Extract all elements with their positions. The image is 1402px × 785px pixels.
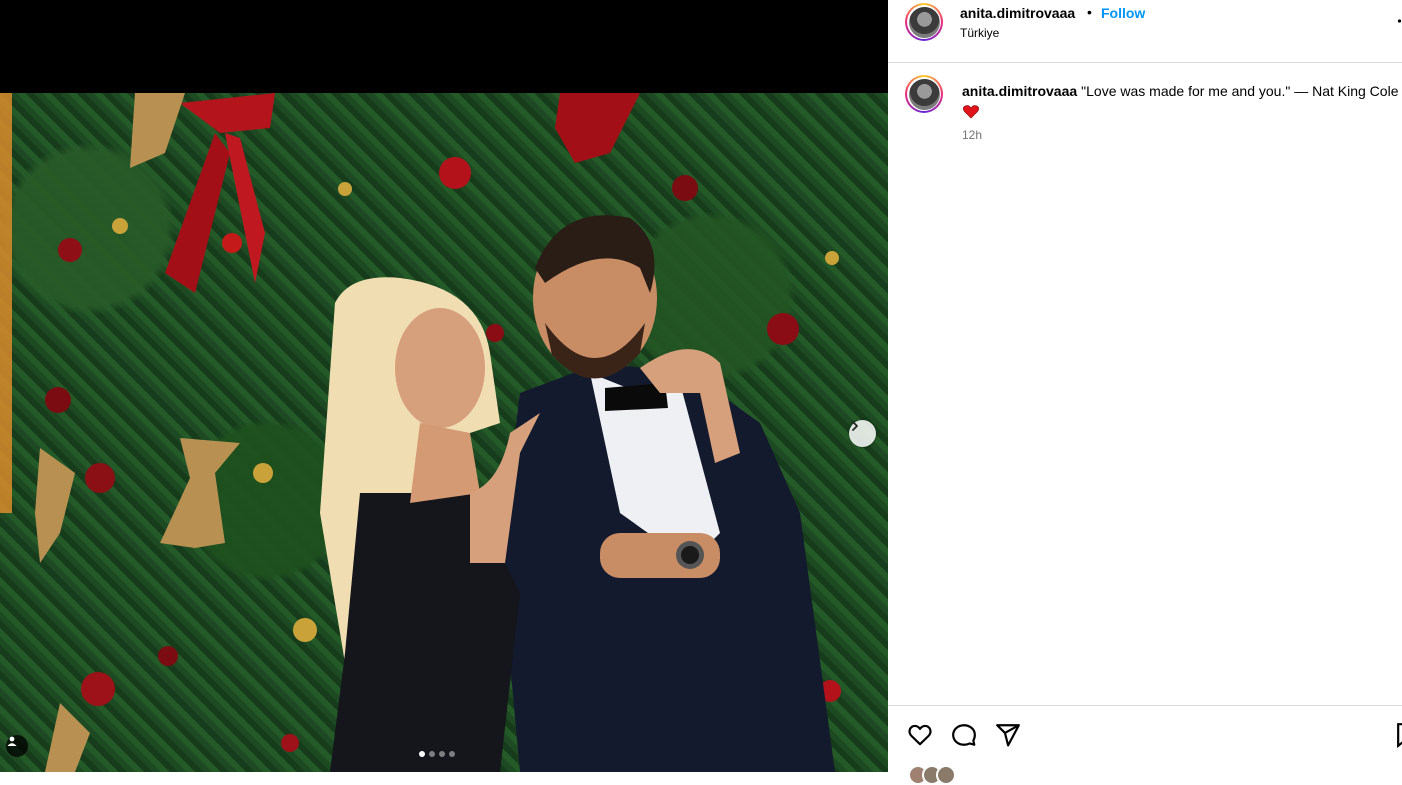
gallery-dot — [429, 751, 435, 757]
heart-icon — [908, 724, 932, 746]
caption-body: "Love was made for me and you." — Nat Ki… — [1081, 83, 1399, 99]
post-header: anita.dimitrovaaa • Follow Türkiye — [888, 0, 1402, 63]
man-figure — [500, 215, 835, 772]
gallery-dot-active — [419, 751, 425, 757]
more-options-icon[interactable] — [1397, 11, 1402, 31]
caption-text: anita.dimitrovaaa "Love was made for me a… — [962, 81, 1402, 123]
like-button[interactable] — [907, 722, 933, 748]
bookmark-icon — [1397, 723, 1402, 748]
gallery-next-button[interactable] — [849, 420, 876, 447]
tagged-users-button[interactable] — [6, 735, 28, 757]
chevron-right-icon — [852, 421, 858, 431]
comment-icon — [952, 724, 976, 746]
gallery-dot — [439, 751, 445, 757]
follow-button[interactable]: Follow — [1101, 5, 1145, 21]
photo-illustration — [0, 93, 841, 772]
action-bar — [888, 705, 1402, 773]
gallery-dot — [449, 751, 455, 757]
author-username[interactable]: anita.dimitrovaaa — [960, 5, 1075, 21]
caption-username[interactable]: anita.dimitrovaaa — [962, 83, 1077, 99]
user-tag-icon — [7, 736, 17, 746]
post-timestamp[interactable]: 12h — [962, 128, 982, 142]
save-button[interactable] — [1396, 722, 1402, 748]
post-side-panel: anita.dimitrovaaa • Follow Türkiye anita… — [888, 0, 1402, 785]
share-button[interactable] — [995, 722, 1021, 748]
gallery-dots — [419, 751, 455, 757]
liker-avatar — [936, 765, 956, 785]
post-photo[interactable] — [0, 93, 888, 772]
send-icon — [996, 724, 1020, 747]
separator-dot: • — [1087, 4, 1092, 20]
comment-button[interactable] — [951, 722, 977, 748]
post-location[interactable]: Türkiye — [960, 26, 999, 40]
red-heart-emoji-icon — [963, 105, 979, 119]
author-avatar[interactable] — [905, 3, 943, 41]
post-media — [0, 0, 888, 772]
caption-author-avatar[interactable] — [905, 75, 943, 113]
liker-avatars[interactable] — [908, 765, 956, 785]
